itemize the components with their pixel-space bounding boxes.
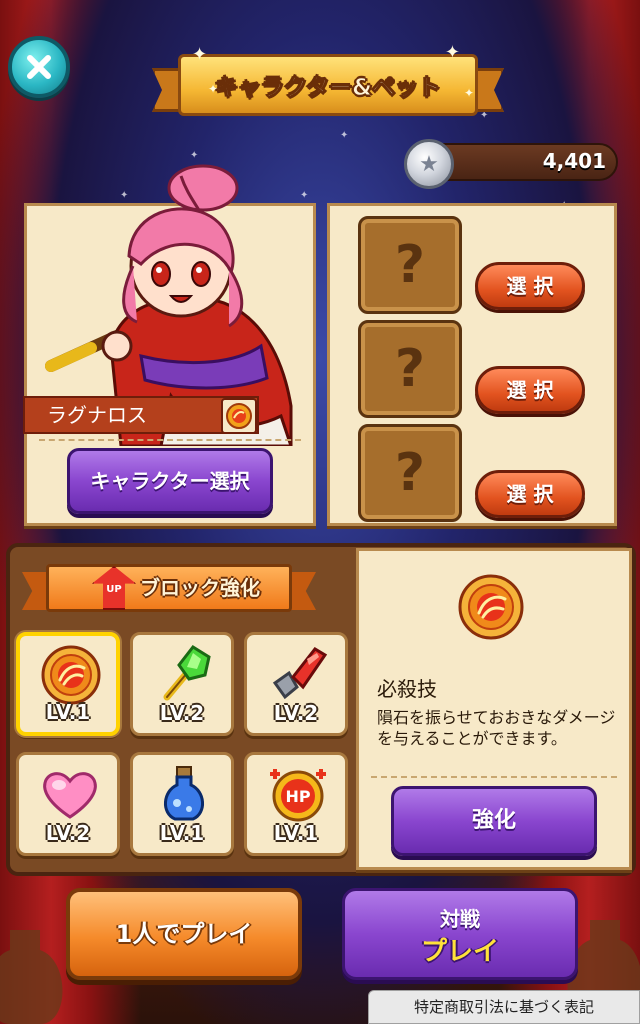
pet-select-button-3[interactable]: 選 択	[475, 470, 585, 518]
item-level: LV.1	[159, 821, 205, 845]
character-skill-badge	[221, 398, 257, 434]
pet-select-button-2[interactable]: 選 択	[475, 366, 585, 414]
close-button[interactable]	[8, 36, 70, 98]
sparkle-icon: ✦	[463, 86, 474, 100]
character-name: ラグナロス	[47, 403, 147, 427]
skill-detail-panel: 必殺技 隕石を振らせておおきなダメージを与えることができます。 強化	[356, 548, 632, 870]
red-crystal-sword-icon	[272, 647, 328, 700]
meteor-orb-icon	[458, 574, 524, 640]
versus-label: 対戦	[440, 907, 480, 931]
item-level: LV.1	[45, 700, 91, 724]
upgrade-item-green-staff[interactable]: LV.2	[130, 632, 234, 736]
block-upgrade-header: UP ブロック強化	[22, 558, 316, 618]
item-level: LV.1	[273, 821, 319, 845]
upgrade-item-heart[interactable]: LV.2	[16, 752, 120, 856]
hp-orb-icon: HP	[270, 769, 326, 822]
question-mark-icon: ?	[394, 339, 426, 399]
divider	[39, 439, 301, 441]
solo-play-button[interactable]: 1人でプレイ	[66, 888, 302, 980]
page-title: キャラクター&ペット	[214, 75, 442, 102]
upgrade-item-potion[interactable]: LV.1	[130, 752, 234, 856]
upgrade-item-meteor[interactable]: LV.1	[16, 632, 120, 736]
versus-play-button[interactable]: 対戦 プレイ	[342, 888, 578, 980]
upgrade-item-hp[interactable]: HP LV.1	[244, 752, 348, 856]
blue-potion-icon	[164, 766, 204, 821]
sparkle-icon: ✦	[208, 82, 219, 96]
heart-icon	[43, 772, 97, 819]
upgrade-item-red-sword[interactable]: LV.2	[244, 632, 348, 736]
character-select-button[interactable]: キャラクター選択	[67, 448, 273, 514]
skill-title: 必殺技	[377, 677, 437, 701]
skill-description: 隕石を振らせておおきなダメージを与えることができます。	[377, 708, 616, 748]
block-upgrade-title: ブロック強化	[140, 576, 260, 600]
title-ribbon: ✦ ✦ ✦ ✦ キャラクター&ペット	[152, 42, 504, 124]
pet-panel: ? 選 択 ? 選 択 ? 選 択	[327, 203, 617, 526]
pet-slot-2[interactable]: ?	[358, 320, 462, 418]
sparkle-icon: ✦	[444, 42, 460, 63]
meteor-orb-icon	[226, 403, 252, 429]
sparkle-icon: ✦	[192, 44, 208, 65]
close-icon	[27, 55, 51, 79]
item-level: LV.2	[273, 701, 319, 725]
divider	[371, 776, 617, 778]
question-mark-icon: ?	[394, 235, 426, 295]
up-badge-label: UP	[106, 584, 122, 595]
legal-notice-link[interactable]: 特定商取引法に基づく表記	[368, 990, 640, 1024]
meteor-orb-icon	[41, 645, 101, 705]
pet-select-button-1[interactable]: 選 択	[475, 262, 585, 310]
svg-text:HP: HP	[285, 787, 310, 806]
versus-play-label: プレイ	[420, 937, 499, 967]
item-level: LV.2	[159, 701, 205, 725]
upgrade-button[interactable]: 強化	[391, 786, 597, 856]
green-gem-staff-icon	[163, 645, 211, 701]
silver-coin-icon: ★	[404, 139, 454, 189]
item-level: LV.2	[45, 821, 91, 845]
pet-slot-1[interactable]: ?	[358, 216, 462, 314]
coin-amount: 4,401	[542, 149, 606, 173]
character-panel: ラグナロス キャラクター選択	[23, 164, 316, 526]
question-mark-icon: ?	[394, 443, 426, 503]
pet-slot-3[interactable]: ?	[358, 424, 462, 522]
